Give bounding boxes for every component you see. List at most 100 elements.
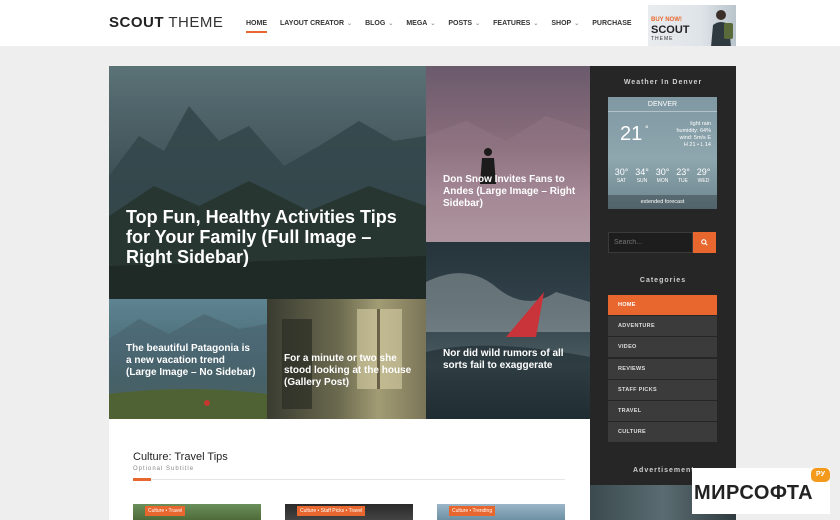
forecast-day-label: WED (697, 178, 710, 184)
weather-forecast: 30° SAT 34° SUN 30° MON 23° TUE 29° WED (612, 167, 713, 184)
weather-city: DENVER (647, 101, 678, 108)
ad-buy-text: BUY NOW! (651, 17, 682, 23)
logo-bold: SCOUT (109, 14, 164, 31)
nav-label: SHOP (551, 19, 572, 27)
forecast-day-label: SUN (636, 178, 648, 184)
post-card-thumb[interactable]: Culture • Travel (133, 504, 261, 520)
featured-post-title: The beautiful Patagonia is a new vacatio… (126, 343, 256, 378)
site-logo[interactable]: SCOUT THEME (109, 14, 223, 31)
sidebar: Weather In Denver DENVER 21 ° light rain… (590, 66, 736, 520)
nav-shop[interactable]: SHOP ⌄ (551, 20, 579, 27)
nav-label: POSTS (448, 19, 473, 27)
featured-post-windsurf[interactable]: Nor did wild rumors of all sorts fail to… (426, 242, 590, 419)
hiker-image (711, 10, 733, 46)
section-divider (133, 479, 565, 480)
chevron-down-icon: ⌄ (533, 20, 539, 27)
weather-humidity: humidity: 64% (676, 128, 711, 134)
forecast-day-label: SAT (616, 178, 627, 184)
chevron-down-icon: ⌄ (430, 20, 436, 27)
featured-post-patagonia[interactable]: The beautiful Patagonia is a new vacatio… (109, 299, 267, 419)
featured-post-gallery[interactable]: For a minute or two she stood looking at… (267, 299, 426, 419)
search-input[interactable] (608, 232, 693, 253)
weather-details: light rain humidity: 64% wind: 5m/s E H … (676, 121, 711, 149)
search-icon (701, 239, 708, 246)
forecast-day: 29° WED (694, 167, 713, 184)
section-divider-accent (133, 478, 151, 481)
site-header: SCOUT THEME HOME LAYOUT CREATOR ⌄ BLOG ⌄ M… (0, 0, 840, 46)
category-culture[interactable]: CULTURE (608, 422, 717, 443)
weather-wind: wind: 5m/s E (679, 135, 711, 141)
forecast-day: 23° TUE (674, 167, 693, 184)
forecast-day: 34° SUN (633, 167, 652, 184)
section-title: Culture: Travel Tips (133, 451, 228, 463)
windsurf-image (426, 273, 590, 419)
nav-features[interactable]: FEATURES ⌄ (493, 20, 538, 27)
weather-temp: 21 (620, 123, 643, 145)
nav-label: PURCHASE (592, 19, 632, 27)
nav-label: BLOG (365, 19, 386, 27)
nav-blog[interactable]: BLOG ⌄ (365, 20, 393, 27)
content-section: Culture: Travel Tips Optional Subtitle C… (109, 419, 590, 520)
forecast-day: 30° MON (653, 167, 672, 184)
chevron-down-icon: ⌄ (574, 20, 580, 27)
post-card-tag[interactable]: Culture • Staff Picks • Travel (297, 506, 366, 516)
snow-silhouette-image (426, 116, 590, 242)
forecast-day: 30° SAT (612, 167, 631, 184)
weather-high-low: H 21 • L 14 (683, 142, 711, 148)
weather-degree: ° (645, 124, 649, 134)
main-nav: HOME LAYOUT CREATOR ⌄ BLOG ⌄ MEGA ⌄ POSTS ⌄ … (246, 0, 645, 46)
extended-forecast-link[interactable]: extended forecast (608, 195, 717, 209)
section-subtitle: Optional Subtitle (133, 466, 195, 472)
nav-label: MEGA (406, 19, 428, 27)
chevron-down-icon: ⌄ (388, 20, 394, 27)
nav-layout-creator[interactable]: LAYOUT CREATOR ⌄ (280, 20, 352, 27)
featured-post-big[interactable]: Top Fun, Healthy Activities Tips for You… (109, 66, 426, 299)
categories-list: HOME ADVENTURE VIDEO REVIEWS STAFF PICKS… (608, 295, 717, 443)
featured-post-title: For a minute or two she stood looking at… (284, 353, 412, 388)
nav-label: FEATURES (493, 19, 531, 27)
chevron-down-icon: ⌄ (347, 20, 353, 27)
forecast-temp: 34° (635, 167, 649, 177)
forecast-temp: 29° (696, 167, 711, 177)
ad-scout-text: SCOUT (651, 24, 690, 36)
post-card-tag[interactable]: Culture • Travel (145, 506, 186, 516)
post-card-thumb[interactable]: Culture • Staff Picks • Travel (285, 504, 413, 520)
header-ad-banner[interactable]: BUY NOW! SCOUT THEME (648, 5, 736, 46)
logo-light: THEME (164, 14, 224, 31)
nav-label: LAYOUT CREATOR (280, 19, 345, 27)
chevron-down-icon: ⌄ (475, 20, 481, 27)
category-video[interactable]: VIDEO (608, 337, 717, 358)
watermark-text: МИРСОФТА (694, 482, 814, 504)
categories-heading: Categories (639, 277, 687, 284)
featured-grid: Top Fun, Healthy Activities Tips for You… (109, 66, 590, 419)
nav-label: HOME (246, 19, 267, 27)
ad-theme-text: THEME (651, 36, 674, 42)
category-home[interactable]: HOME (608, 295, 717, 315)
post-card-tag[interactable]: Culture • Trending (449, 506, 496, 516)
nav-mega[interactable]: MEGA ⌄ (406, 20, 435, 27)
category-travel[interactable]: TRAVEL (608, 400, 717, 421)
category-staff-picks[interactable]: STAFF PICKS (608, 379, 717, 400)
forecast-temp: 30° (614, 167, 629, 177)
search-button[interactable] (693, 232, 716, 253)
watermark-logo: МИРСОФТА РУ (692, 468, 830, 514)
post-card-thumb[interactable]: Culture • Trending (437, 504, 565, 520)
weather-divider (608, 111, 717, 112)
featured-post-andes[interactable]: Don Snow Invites Fans to Andes (Large Im… (426, 66, 590, 242)
category-adventure[interactable]: ADVENTURE (608, 316, 717, 337)
weather-condition: light rain (690, 121, 711, 127)
watermark-badge: РУ (811, 468, 830, 482)
forecast-temp: 23° (676, 167, 690, 177)
forecast-day-label: TUE (678, 178, 688, 184)
weather-heading: Weather In Denver (623, 79, 703, 86)
forecast-day-label: MON (656, 178, 669, 184)
featured-post-title: Nor did wild rumors of all sorts fail to… (443, 348, 564, 371)
nav-home[interactable]: HOME (246, 19, 267, 33)
nav-posts[interactable]: POSTS ⌄ (448, 20, 480, 27)
forecast-temp: 30° (655, 167, 670, 177)
featured-post-title: Top Fun, Healthy Activities Tips for You… (126, 207, 397, 267)
nav-purchase[interactable]: PURCHASE (592, 20, 631, 27)
category-reviews[interactable]: REVIEWS (608, 358, 717, 379)
featured-post-title: Don Snow Invites Fans to Andes (Large Im… (443, 174, 576, 209)
weather-widget: DENVER 21 ° light rain humidity: 64% win… (608, 97, 717, 209)
